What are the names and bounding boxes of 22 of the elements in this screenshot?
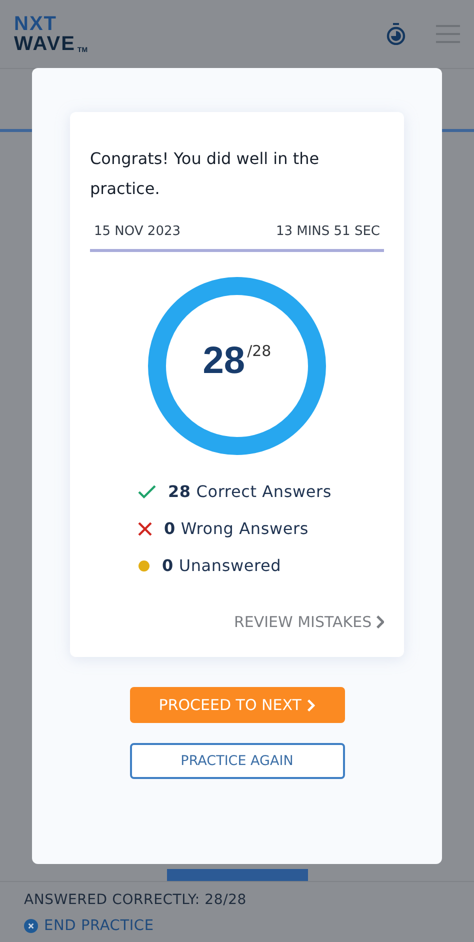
stat-text: 0 Wrong Answers	[164, 519, 308, 538]
practice-duration: 13 MINS 51 SEC	[276, 224, 380, 239]
score-total: /28	[247, 342, 272, 360]
score-value: 28	[202, 342, 246, 380]
review-mistakes-link[interactable]: REVIEW MISTAKES	[234, 613, 384, 631]
answered-summary: ANSWERED CORRECTLY: 28/28	[24, 892, 248, 908]
end-practice-button[interactable]: END PRACTICE	[24, 918, 450, 934]
practice-date: 15 NOV 2023	[94, 224, 181, 239]
proceed-button[interactable]: PROCEED TO NEXT	[130, 687, 344, 723]
stat-text: 0 Unanswered	[162, 556, 282, 575]
stat-text: 28 Correct Answers	[168, 482, 332, 501]
close-icon	[24, 919, 38, 933]
chevron-right-icon	[307, 698, 316, 712]
dot-icon	[138, 560, 150, 572]
stopwatch-icon[interactable]	[386, 23, 406, 45]
cross-icon	[138, 522, 152, 536]
menu-icon[interactable]	[436, 25, 460, 43]
congrats-message: Congrats! You did well in the practice.	[90, 148, 320, 200]
check-icon	[138, 484, 156, 498]
practice-again-button[interactable]: PRACTICE AGAIN	[130, 743, 344, 779]
next-button[interactable]	[166, 869, 308, 881]
chevron-right-icon	[376, 615, 384, 629]
